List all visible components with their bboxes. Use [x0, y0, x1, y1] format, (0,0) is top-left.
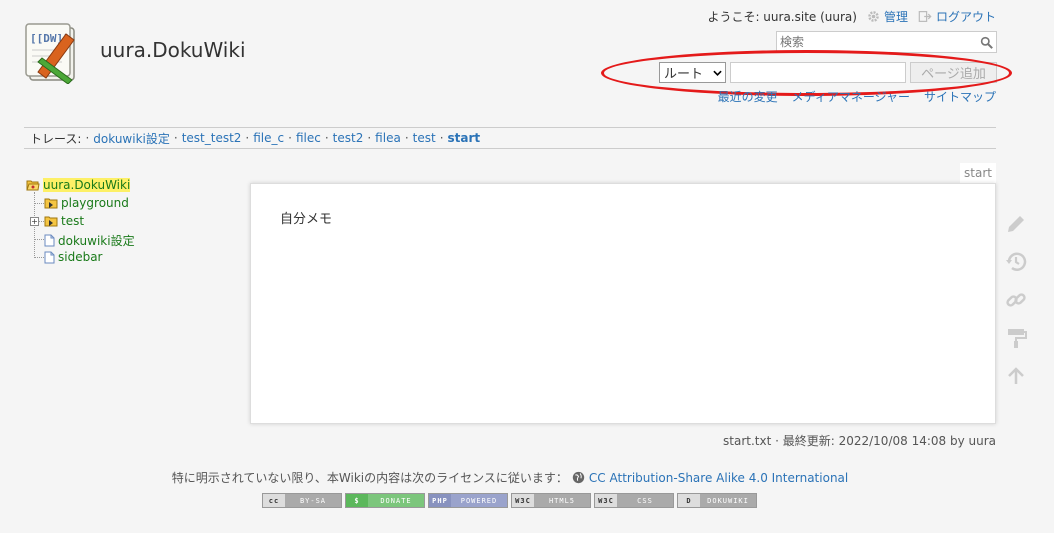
tree-line	[34, 203, 44, 204]
folder-open-icon	[26, 180, 40, 191]
tree-label[interactable]: uura.DokuWiki	[43, 178, 131, 192]
media-manager-link[interactable]: メディアマネージャー	[792, 88, 910, 105]
page-icon	[44, 234, 55, 247]
breadcrumb-item[interactable]: file_c	[253, 131, 284, 145]
breadcrumb-current[interactable]: start	[448, 131, 481, 145]
breadcrumb-separator: ·	[404, 131, 409, 145]
breadcrumb-item[interactable]: test2	[333, 131, 364, 145]
dokuwiki-logo[interactable]: [[DW]]	[24, 22, 82, 84]
license-text: 特に明示されていない限り、本Wikiの内容は次のライセンスに従います：	[171, 471, 568, 485]
logout-icon	[918, 11, 932, 22]
sitemap-link[interactable]: サイトマップ	[924, 88, 996, 105]
badge-dokuwiki[interactable]: D DOKUWIKI	[677, 493, 757, 508]
search-icon	[980, 36, 993, 49]
badge-right: DONATE	[368, 494, 424, 507]
paint-roller-icon[interactable]	[1004, 326, 1028, 350]
breadcrumb-separator: ·	[245, 131, 250, 145]
breadcrumb-separator: ·	[85, 131, 90, 145]
badge-donate[interactable]: $ DONATE	[345, 493, 425, 508]
globe-icon	[572, 471, 585, 484]
search-input[interactable]	[777, 32, 976, 52]
backlinks-icon[interactable]	[1004, 288, 1028, 312]
badge-left: D	[678, 494, 700, 507]
tree-item-test[interactable]: test	[44, 214, 84, 228]
badge-html5[interactable]: W3C HTML5	[511, 493, 591, 508]
badge-right: POWERED	[451, 494, 507, 507]
tree-line	[34, 239, 44, 240]
tree-item-root[interactable]: uura.DokuWiki	[26, 178, 131, 192]
breadcrumb-separator: ·	[367, 131, 372, 145]
user-tools: ようこそ: uura.site (uura) 管理 ログアウト	[707, 8, 996, 25]
badge-right: DOKUWIKI	[700, 494, 756, 507]
tree-label[interactable]: dokuwiki設定	[58, 232, 135, 249]
badge-right: BY-SA	[285, 494, 341, 507]
badge-left: PHP	[429, 494, 451, 507]
breadcrumb-item[interactable]: filea	[375, 131, 401, 145]
tree-item-sidebar[interactable]: sidebar	[44, 250, 103, 264]
breadcrumb-label: トレース:	[30, 131, 82, 146]
folder-icon	[44, 198, 58, 209]
tree-item-dokuwiki-settings[interactable]: dokuwiki設定	[44, 232, 135, 249]
breadcrumb-separator: ·	[288, 131, 292, 145]
doc-info: start.txt · 最終更新: 2022/10/08 14:08 by uu…	[723, 434, 996, 448]
breadcrumb-item[interactable]: test	[413, 131, 436, 145]
breadcrumb-item[interactable]: filec	[296, 131, 321, 145]
breadcrumb-separator: ·	[324, 131, 329, 145]
badge-php[interactable]: PHP POWERED	[428, 493, 508, 508]
admin-label[interactable]: 管理	[884, 8, 908, 25]
site-tools: 最近の変更 メディアマネージャー サイトマップ	[718, 88, 996, 105]
folder-icon	[44, 216, 58, 227]
arrow-up-icon[interactable]	[1004, 364, 1028, 388]
badge-cc-by-sa[interactable]: cc BY-SA	[262, 493, 342, 508]
pencil-icon[interactable]	[1004, 212, 1028, 236]
tree-label[interactable]: test	[61, 214, 84, 228]
page-text: 自分メモ	[280, 212, 333, 227]
breadcrumb-item[interactable]: test_test2	[182, 131, 242, 145]
admin-link[interactable]: 管理	[867, 8, 908, 25]
page-icon	[44, 251, 55, 263]
tree-label[interactable]: sidebar	[58, 250, 103, 264]
breadcrumb-separator: ·	[439, 131, 444, 145]
search-button[interactable]	[976, 32, 996, 52]
breadcrumb-item[interactable]: dokuwiki設定	[93, 130, 170, 147]
expand-toggle[interactable]: +	[30, 217, 39, 226]
badge-right: CSS	[617, 494, 673, 507]
badge-right: HTML5	[534, 494, 590, 507]
footer-badges: cc BY-SA $ DONATE PHP POWERED W3C HTML5 …	[262, 493, 757, 508]
tree-item-playground[interactable]: playground	[44, 196, 129, 210]
tree-line	[34, 257, 44, 258]
logout-label[interactable]: ログアウト	[936, 8, 996, 25]
breadcrumb-separator: ·	[173, 131, 178, 145]
page-id-tab: start	[960, 163, 996, 183]
badge-left: cc	[263, 494, 285, 507]
license-link[interactable]: CC Attribution-Share Alike 4.0 Internati…	[589, 471, 848, 485]
badge-left: $	[346, 494, 368, 507]
gear-icon	[868, 11, 879, 22]
site-title[interactable]: uura.DokuWiki	[100, 38, 246, 62]
page-content: 自分メモ	[250, 183, 996, 424]
history-icon[interactable]	[1004, 250, 1028, 274]
tree-label[interactable]: playground	[61, 196, 129, 210]
recent-changes-link[interactable]: 最近の変更	[718, 88, 778, 105]
badge-left: W3C	[512, 494, 534, 507]
logout-link[interactable]: ログアウト	[918, 8, 996, 25]
badge-left: W3C	[595, 494, 617, 507]
badge-css[interactable]: W3C CSS	[594, 493, 674, 508]
breadcrumb: トレース: · dokuwiki設定 · test_test2 · file_c…	[24, 127, 996, 149]
welcome-text: ようこそ: uura.site (uura)	[707, 10, 857, 24]
license-notice: 特に明示されていない限り、本Wikiの内容は次のライセンスに従います： CC A…	[0, 469, 1020, 486]
